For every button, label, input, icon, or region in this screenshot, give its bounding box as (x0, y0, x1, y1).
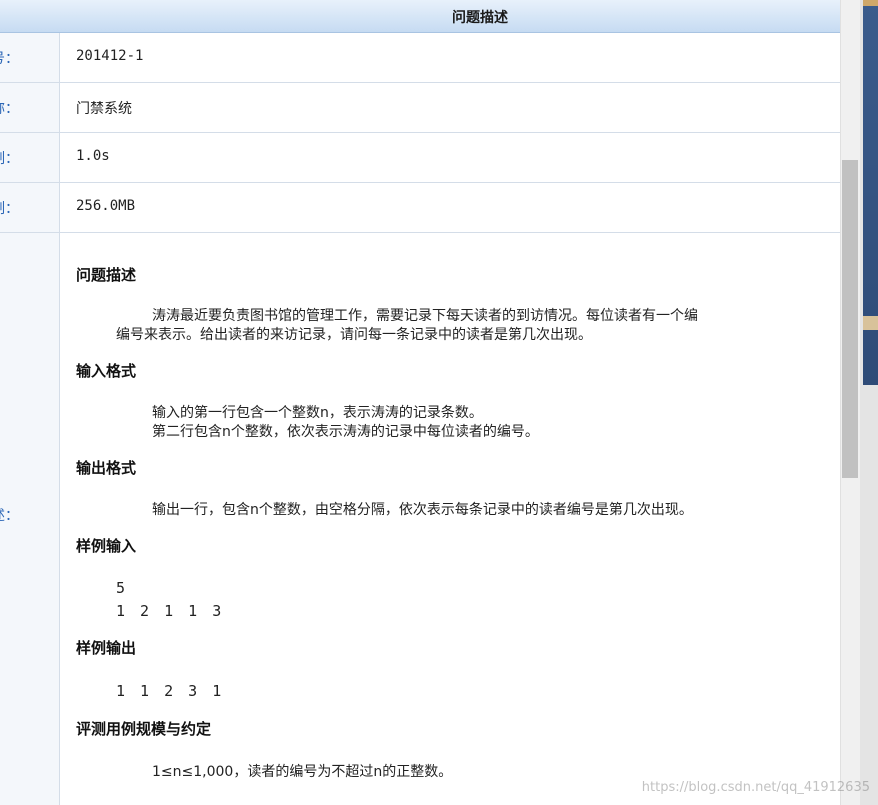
info-row-name: 称： 门禁系统 (0, 83, 840, 133)
header-title: 问题描述 (452, 10, 508, 26)
sample-input-heading: 样例输入 (76, 537, 137, 555)
input-line-2: 第二行包含n个整数，依次表示涛涛的记录中每位读者的编号。 (152, 424, 539, 440)
info-row-memory-limit: 制： 256.0MB (0, 183, 840, 233)
time-limit-value: 1.0s (76, 148, 110, 164)
description-label: 述： (0, 508, 19, 524)
sample-input-line-2: 1 2 1 1 3 (116, 602, 225, 620)
memory-limit-value: 256.0MB (76, 198, 136, 214)
row-label-name: 称： (0, 101, 19, 117)
desc-heading: 问题描述 (76, 266, 137, 284)
output-line-1: 输出一行，包含n个整数，由空格分隔，依次表示每条记录中的读者编号是第几次出现。 (152, 502, 693, 518)
input-heading: 输入格式 (76, 362, 137, 380)
background-window-accent-top (863, 0, 878, 6)
sample-output-line-1: 1 1 2 3 1 (116, 682, 225, 700)
output-heading: 输出格式 (76, 459, 137, 477)
sample-input-line-1: 5 (116, 579, 129, 597)
info-row-id: 号： 201412-1 (0, 33, 840, 83)
problem-panel: 问题描述 号： 201412-1 称： 门禁系统 制： 1.0s 制： 256.… (0, 0, 840, 805)
desc-line-2: 编号来表示。给出读者的来访记录，请问每一条记录中的读者是第几次出现。 (116, 327, 592, 343)
scrollbar-thumb[interactable] (842, 160, 858, 478)
info-row-time-limit: 制： 1.0s (0, 133, 840, 183)
problem-name-value: 门禁系统 (76, 101, 132, 117)
row-label-time-limit: 制： (0, 151, 19, 167)
input-line-1: 输入的第一行包含一个整数n，表示涛涛的记录条数。 (152, 405, 483, 421)
sample-output-heading: 样例输出 (76, 639, 137, 657)
constraints-heading: 评测用例规模与约定 (76, 720, 212, 738)
constraints-line-1: 1≤n≤1,000，读者的编号为不超过n的正整数。 (152, 764, 453, 780)
problem-id-value: 201412-1 (76, 48, 144, 64)
panel-header: 问题描述 (0, 0, 840, 33)
row-label-id: 号： (0, 51, 19, 67)
row-label-memory-limit: 制： (0, 201, 19, 217)
background-window-accent-mid (863, 316, 878, 330)
desc-line-1: 涛涛最近要负责图书馆的管理工作，需要记录下每天读者的到访情况。每位读者有一个编 (152, 308, 698, 324)
watermark: https://blog.csdn.net/qq_41912635 (641, 780, 870, 795)
problem-description: 问题描述 涛涛最近要负责图书馆的管理工作，需要记录下每天读者的到访情况。每位读者… (60, 234, 840, 805)
background-window-strip (860, 0, 878, 805)
